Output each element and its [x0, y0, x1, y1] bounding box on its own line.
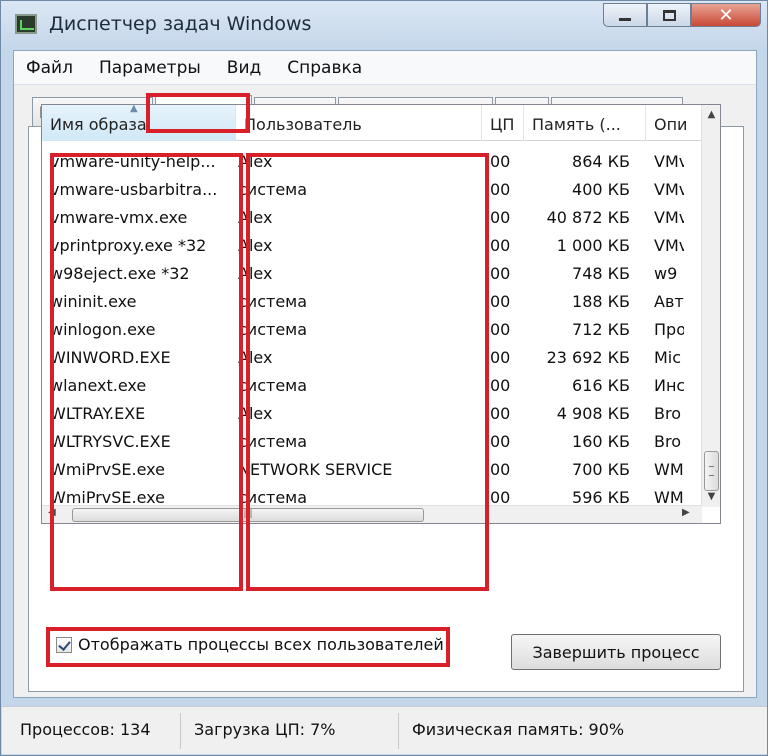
process-description: Про [654, 320, 684, 339]
menu-file[interactable]: Файл [26, 58, 73, 78]
close-icon: ✕ [718, 4, 734, 26]
title-bar[interactable]: Диспетчер задач Windows ✕ [1, 1, 767, 49]
scroll-up-icon[interactable]: ▲ [702, 107, 720, 125]
task-manager-window: Диспетчер задач Windows ✕ Файл Параметры… [0, 0, 768, 756]
minimize-icon [619, 17, 631, 21]
task-manager-app-icon [15, 14, 37, 34]
process-description: Bro [654, 404, 681, 423]
process-cpu: 00 [490, 292, 511, 311]
process-list-header: Имя образа ▲ Пользователь ЦП Память (...… [42, 105, 702, 141]
process-cpu: 00 [490, 404, 511, 423]
column-cpu-label: ЦП [490, 115, 515, 134]
show-all-users-option[interactable]: Отображать процессы всех пользователей [56, 635, 444, 654]
process-memory: 748 КБ [572, 264, 630, 283]
process-memory: 23 692 КБ [546, 348, 630, 367]
process-description: Авт [654, 292, 684, 311]
scroll-right-icon[interactable]: ▶ [682, 507, 690, 518]
process-cpu: 00 [490, 348, 511, 367]
status-physical-memory: Физическая память: 90% [412, 720, 625, 739]
process-cpu: 00 [490, 264, 511, 283]
status-separator [180, 713, 181, 749]
minimize-button[interactable] [603, 3, 647, 27]
column-memory[interactable]: Память (... [524, 105, 646, 141]
column-memory-label: Память (... [532, 115, 621, 134]
process-memory: 864 КБ [572, 152, 630, 171]
column-image-name-label: Имя образа [50, 115, 147, 134]
process-description: VMv [654, 236, 684, 255]
maximize-button[interactable] [647, 3, 691, 27]
highlight-image-name-column [50, 153, 243, 591]
process-description: VMv [654, 152, 684, 171]
highlight-user-column [246, 153, 489, 591]
process-cpu: 00 [490, 460, 511, 479]
process-memory: 616 КБ [572, 376, 630, 395]
process-description: w9 [654, 264, 678, 283]
column-description-label: Опи [654, 115, 688, 134]
process-memory: 4 908 КБ [556, 404, 630, 423]
menu-help[interactable]: Справка [287, 58, 362, 78]
menu-view[interactable]: Вид [227, 58, 261, 78]
column-user-label: Пользователь [244, 115, 362, 134]
process-memory: 1 000 КБ [556, 236, 630, 255]
process-cpu: 00 [490, 180, 511, 199]
status-bar: Процессов: 134 Загрузка ЦП: 7% Физическа… [2, 706, 767, 754]
process-memory: 712 КБ [572, 320, 630, 339]
close-button[interactable]: ✕ [691, 3, 761, 27]
window-controls: ✕ [603, 3, 761, 27]
menu-bar: Файл Параметры Вид Справка [14, 51, 756, 85]
vertical-scrollbar[interactable]: ▲ ▼ [701, 105, 720, 507]
show-all-users-label: Отображать процессы всех пользователей [78, 635, 444, 654]
maximize-icon [662, 9, 676, 21]
process-description: VMv [654, 180, 684, 199]
scroll-down-icon[interactable]: ▼ [702, 489, 720, 507]
process-memory: 188 КБ [572, 292, 630, 311]
process-cpu: 00 [490, 432, 511, 451]
end-process-button[interactable]: Завершить процесс [511, 634, 721, 670]
process-memory: 700 КБ [572, 460, 630, 479]
status-separator [398, 713, 399, 749]
process-memory: 40 872 КБ [546, 208, 630, 227]
process-memory: 400 КБ [572, 180, 630, 199]
process-cpu: 00 [490, 208, 511, 227]
column-description[interactable]: Опи [646, 105, 702, 141]
sort-ascending-icon: ▲ [130, 105, 138, 114]
process-cpu: 00 [490, 376, 511, 395]
column-cpu[interactable]: ЦП [482, 105, 524, 141]
process-memory: 160 КБ [572, 432, 630, 451]
process-description: WM [654, 460, 684, 479]
process-cpu: 00 [490, 320, 511, 339]
process-cpu: 00 [490, 236, 511, 255]
process-description: Bro [654, 432, 681, 451]
menu-options[interactable]: Параметры [99, 58, 201, 78]
highlight-processes-tab [146, 93, 250, 133]
process-description: Mic [654, 348, 682, 367]
process-description: Инс [654, 376, 684, 395]
window-title: Диспетчер задач Windows [49, 13, 312, 35]
column-user[interactable]: Пользователь [236, 105, 482, 141]
status-process-count: Процессов: 134 [20, 720, 151, 739]
process-cpu: 00 [490, 152, 511, 171]
show-all-users-checkbox[interactable] [56, 636, 72, 653]
status-cpu-load: Загрузка ЦП: 7% [194, 720, 336, 739]
process-description: VMv [654, 208, 684, 227]
vertical-scroll-thumb[interactable] [704, 451, 719, 491]
